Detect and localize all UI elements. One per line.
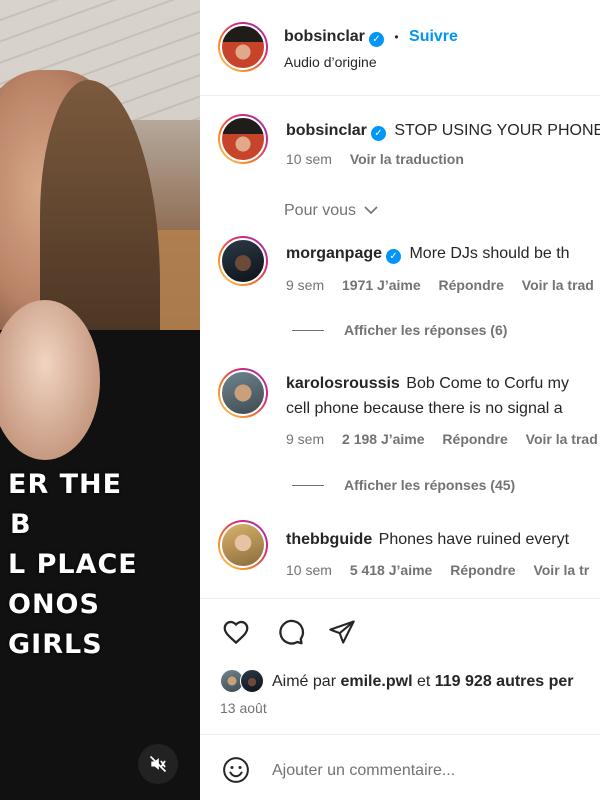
share-button[interactable] [324,614,360,650]
reply-button[interactable]: Répondre [450,562,515,578]
post-panel: bobsinclar ✓ • Suivre Audio d’origine bob… [200,0,600,800]
likes-prefix: Aimé par [272,673,337,690]
replies-line [292,485,324,487]
comment-username[interactable]: thebbguide [286,531,372,548]
comment-text: Phones have ruined everyt [378,531,570,548]
avatar[interactable] [218,368,268,418]
comment-time: 10 sem [286,562,332,578]
liker-avatar[interactable] [240,669,264,693]
muted-speaker-icon [149,755,167,773]
divider [200,598,600,599]
comment-username[interactable]: karolosroussis [286,375,400,392]
caption-line: ER THE [8,469,123,500]
mute-button[interactable] [138,744,178,784]
caption-line: ONOS [8,589,100,620]
comment: thebbguide Phones have ruined everyt [286,529,600,551]
heart-icon [223,620,249,645]
post-header: bobsinclar ✓ • Suivre Audio d’origine [200,0,600,96]
post-time: 10 sem [286,151,332,167]
audio-link[interactable]: Audio d’origine [284,54,377,70]
verified-badge-icon: ✓ [370,126,386,141]
comment: morganpage ✓ More DJs should be th [286,243,600,265]
avatar[interactable] [218,114,268,164]
comment: karolosroussis Bob Come to Corfu my [286,373,600,395]
translate-link[interactable]: Voir la trad [526,431,598,447]
comment-time: 9 sem [286,277,325,293]
comment-text-line2: cell phone because there is no signal a [286,400,563,417]
likes-connector: et [416,673,431,690]
avatar[interactable] [218,22,268,72]
comment-likes[interactable]: 5 418 J’aime [350,562,433,578]
emoji-button[interactable] [218,752,254,788]
show-replies-label: Afficher les réponses (6) [344,322,508,338]
verified-badge-icon: ✓ [386,249,402,264]
avatar[interactable] [218,236,268,286]
comment-time: 9 sem [286,431,325,447]
comment-filter[interactable]: Pour vous [284,202,600,220]
post-date: 13 août [220,700,267,716]
speech-bubble-icon [279,619,304,645]
comment-text: Bob Come to Corfu my [406,375,570,392]
caption-line: L PLACE [8,549,138,580]
like-button[interactable] [218,614,254,650]
comment-username[interactable]: morganpage [286,245,382,262]
translate-link[interactable]: Voir la tr [533,562,589,578]
show-replies-button[interactable]: Afficher les réponses (45) [292,477,600,495]
liker-username[interactable]: emile.pwl [340,673,412,690]
translate-link[interactable]: Voir la traduction [350,151,464,167]
caption-line: GIRLS [8,629,103,660]
paper-plane-icon [329,620,355,644]
replies-line [292,330,324,332]
author-username[interactable]: bobsinclar [284,28,365,45]
comment-filter-label: Pour vous [284,202,357,219]
likes-count-link[interactable]: 119 928 autres per [435,673,574,690]
likes-summary: Aimé par emile.pwl et 119 928 autres per [272,673,600,691]
reply-button[interactable]: Répondre [442,431,507,447]
follow-button[interactable]: Suivre [409,28,458,45]
smiley-icon [223,757,249,783]
post-caption-text: STOP USING YOUR PHONE [394,122,600,139]
translate-link[interactable]: Voir la trad [522,277,594,293]
comment-input[interactable] [272,758,592,784]
comment-likes[interactable]: 2 198 J’aime [342,431,425,447]
verified-badge-icon: ✓ [368,32,384,47]
comment-likes[interactable]: 1971 J’aime [342,277,421,293]
show-replies-button[interactable]: Afficher les réponses (6) [292,322,600,340]
video-caption: ER THE B L PLACE ONOS GIRLS [0,465,200,665]
separator-dot: • [394,30,399,44]
reel-video[interactable]: ER THE B L PLACE ONOS GIRLS [0,0,200,800]
show-replies-label: Afficher les réponses (45) [344,477,516,493]
reply-button[interactable]: Répondre [439,277,504,293]
divider [200,734,600,735]
caption-line: B [10,509,32,540]
comment-text: More DJs should be th [409,245,570,262]
comment-button[interactable] [272,614,308,650]
post-username[interactable]: bobsinclar [286,122,367,139]
avatar[interactable] [218,520,268,570]
chevron-down-icon [363,206,378,215]
